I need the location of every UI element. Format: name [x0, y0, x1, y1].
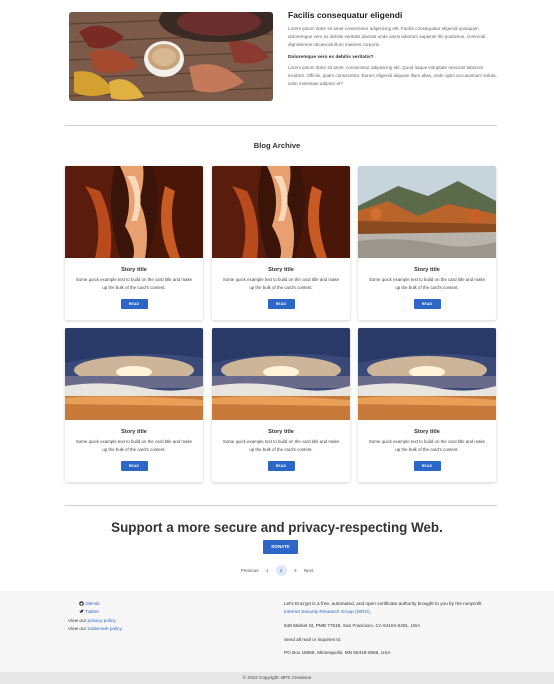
footer-about: Let's Encrypt is a free, automated, and … — [284, 600, 498, 663]
card-image-beach-sunset — [65, 328, 203, 420]
read-button[interactable]: READ — [120, 299, 148, 310]
po-box-address: PO Box 18666, Minneapolis, MN 55418-0666… — [284, 650, 391, 656]
blog-card: Story title Some quick example text to b… — [358, 166, 496, 320]
pagination-page-2[interactable]: 2 — [275, 565, 287, 576]
card-text: Some quick example text to build on the … — [75, 439, 193, 452]
featured-paragraph: Lorem ipsum dolor sit amet consectetur a… — [288, 26, 486, 48]
card-image-canyon — [65, 166, 203, 258]
pagination: Previous 1 2 3 Next — [0, 565, 554, 576]
card-image-canyon — [212, 166, 350, 258]
support-heading: Support a more secure and privacy-respec… — [111, 520, 443, 535]
pagination-next[interactable]: Next — [304, 568, 313, 573]
featured-text: Facilis consequatur eligendi Lorem ipsum… — [288, 10, 499, 88]
card-title: Story title — [414, 429, 440, 435]
blog-card: Story title Some quick example text to b… — [65, 328, 203, 482]
mail-label: Send all mail or inquiries to: — [284, 636, 342, 642]
divider — [65, 125, 497, 126]
about-text: Let's Encrypt is a free, automated, and … — [284, 600, 498, 616]
footer: GitHub Twitter View our privacy policy. … — [0, 591, 554, 672]
trademark-suffix: . — [121, 626, 123, 632]
github-link[interactable]: GitHub — [85, 601, 100, 606]
read-button[interactable]: READ — [267, 461, 295, 472]
card-title: Story title — [268, 429, 294, 435]
card-title: Story title — [268, 267, 294, 273]
divider — [65, 505, 497, 506]
privacy-prefix: View our — [68, 617, 88, 623]
blog-card: Story title Some quick example text to b… — [65, 166, 203, 320]
about-prefix: Let's Encrypt is a free, automated, and … — [284, 601, 482, 606]
read-button[interactable]: READ — [120, 461, 148, 472]
footer-links: GitHub Twitter View our privacy policy. … — [68, 600, 123, 634]
about-suffix: . — [369, 609, 372, 614]
privacy-suffix: . — [115, 617, 117, 623]
pagination-previous[interactable]: Previous — [241, 568, 259, 573]
trademark-line: View our trademark policy. — [68, 625, 123, 633]
blog-card: Story title Some quick example text to b… — [358, 328, 496, 482]
card-text: Some quick example text to build on the … — [222, 277, 340, 290]
featured-image — [69, 12, 273, 101]
featured-title: Facilis consequatur eligendi — [288, 10, 403, 20]
isrg-link[interactable]: Internet Security Research Group (ISRG) — [284, 609, 370, 614]
twitter-icon — [79, 609, 84, 613]
card-title: Story title — [121, 267, 147, 273]
card-text: Some quick example text to build on the … — [368, 439, 486, 452]
street-address: 548 Market St, PMB 77519, San Francisco,… — [284, 622, 421, 628]
read-button[interactable]: READ — [267, 299, 295, 310]
pagination-page-1[interactable]: 1 — [266, 568, 269, 573]
archive-title: Blog Archive — [253, 141, 301, 150]
card-text: Some quick example text to build on the … — [368, 277, 486, 290]
read-button[interactable]: READ — [413, 461, 441, 472]
copyright-bar: © 2022 Copyright: BPS Creations — [0, 672, 554, 684]
blog-card: Story title Some quick example text to b… — [212, 328, 350, 482]
card-image-beach-sunset — [212, 328, 350, 420]
trademark-prefix: View our — [68, 626, 88, 632]
card-image-beach-sunset — [358, 328, 496, 420]
featured-paragraph-2: Lorem ipsum dolor sit amet, consectetur … — [288, 64, 497, 87]
read-button[interactable]: READ — [413, 299, 441, 310]
featured-subtitle: Doloremque vero ex debitis veritatis? — [288, 54, 374, 60]
card-title: Story title — [121, 429, 147, 435]
twitter-link[interactable]: Twitter — [85, 609, 99, 614]
privacy-policy-link[interactable]: privacy policy — [87, 618, 115, 623]
github-icon — [79, 600, 84, 606]
card-text: Some quick example text to build on the … — [75, 277, 193, 290]
card-text: Some quick example text to build on the … — [222, 439, 340, 452]
blog-card: Story title Some quick example text to b… — [212, 166, 350, 320]
card-title: Story title — [414, 267, 440, 273]
privacy-line: View our privacy policy. — [68, 617, 123, 625]
trademark-policy-link[interactable]: trademark policy — [87, 626, 121, 631]
pagination-page-3[interactable]: 3 — [294, 568, 297, 573]
featured-post: Facilis consequatur eligendi Lorem ipsum… — [69, 10, 499, 102]
donate-button[interactable]: DONATE — [263, 540, 298, 554]
card-image-mountain-river — [358, 166, 496, 258]
